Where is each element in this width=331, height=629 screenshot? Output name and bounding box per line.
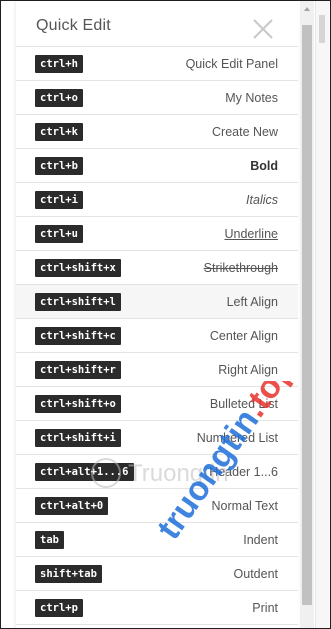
shortcut-label: Bold (250, 158, 278, 173)
shortcut-keys: ctrl+h (35, 54, 83, 73)
shortcut-keys: ctrl+alt+1...6 (35, 462, 134, 481)
shortcut-row[interactable]: ctrl+k Create New (16, 115, 298, 149)
shortcut-keys: ctrl+o (35, 88, 83, 107)
shortcut-keys: ctrl+p (35, 598, 83, 617)
shortcut-label: Normal Text (211, 498, 278, 513)
shortcut-keys: ctrl+shift+c (35, 326, 121, 345)
shortcut-row[interactable]: ctrl+shift+o Bulleted List (16, 387, 298, 421)
shortcut-label: Underline (224, 226, 278, 241)
shortcut-row[interactable]: ctrl+alt+1...6 Header 1...6 (16, 455, 298, 489)
shortcut-row[interactable]: shift+tab Outdent (16, 557, 298, 591)
shortcut-row[interactable]: ctrl+alt+0 Normal Text (16, 489, 298, 523)
shortcut-label: Header 1...6 (209, 464, 278, 479)
shortcut-keys: ctrl+u (35, 224, 83, 243)
scrollbar-thumb[interactable] (302, 25, 312, 605)
shortcut-row[interactable]: ctrl+p Print (16, 591, 298, 625)
panel-scrollbar[interactable] (300, 1, 314, 628)
shortcut-label: Indent (243, 532, 278, 547)
shortcut-keys: ctrl+k (35, 122, 83, 141)
shortcut-label: Quick Edit Panel (185, 56, 278, 71)
shortcut-row[interactable]: ctrl+shift+x Strikethrough (16, 251, 298, 285)
shortcut-row[interactable]: ctrl+h Quick Edit Panel (16, 47, 298, 81)
shortcut-list: ctrl+h Quick Edit Panel ctrl+o My Notes ctrl… (16, 47, 298, 625)
page-scrollbar-thumb[interactable] (319, 15, 325, 43)
shortcut-row[interactable]: ctrl+i Italics (16, 183, 298, 217)
shortcut-label: Right Align (218, 362, 278, 377)
quick-edit-panel: Quick Edit ctrl+h Quick Edit Panel ctrl+o M… (16, 1, 298, 628)
shortcut-keys: ctrl+shift+i (35, 428, 121, 447)
shortcut-row[interactable]: ctrl+shift+l Left Align (16, 285, 298, 319)
shortcut-label: My Notes (225, 90, 278, 105)
shortcut-label: Bulleted List (209, 396, 278, 411)
app-window: Quick Edit ctrl+h Quick Edit Panel ctrl+o M… (0, 0, 331, 629)
shortcut-label: Print (252, 600, 278, 615)
shortcut-keys: ctrl+shift+l (35, 292, 121, 311)
shortcut-label: Strikethrough (203, 260, 278, 275)
panel-title: Quick Edit (36, 17, 111, 34)
shortcut-keys: ctrl+alt+0 (35, 496, 109, 515)
shortcut-label: Numbered List (196, 430, 278, 445)
shortcut-keys: ctrl+shift+r (35, 360, 121, 379)
shortcut-keys: ctrl+i (35, 190, 83, 209)
shortcut-row[interactable]: ctrl+u Underline (16, 217, 298, 251)
shortcut-row[interactable]: tab Indent (16, 523, 298, 557)
shortcut-keys: tab (35, 530, 64, 549)
shortcut-label: Left Align (226, 294, 278, 309)
shortcut-label: Italics (246, 192, 278, 207)
scroll-up-arrow-icon[interactable] (304, 7, 310, 11)
shortcut-row[interactable]: ctrl+shift+i Numbered List (16, 421, 298, 455)
page-scrollbar[interactable] (315, 1, 329, 628)
shortcut-row[interactable]: ctrl+o My Notes (16, 81, 298, 115)
shortcut-row[interactable]: ctrl+b Bold (16, 149, 298, 183)
shortcut-keys: ctrl+b (35, 156, 83, 175)
shortcut-row[interactable]: ctrl+shift+c Center Align (16, 319, 298, 353)
shortcut-keys: ctrl+shift+o (35, 394, 121, 413)
shortcut-label: Outdent (233, 566, 278, 581)
shortcut-keys: ctrl+shift+x (35, 258, 121, 277)
panel-header: Quick Edit (16, 1, 298, 47)
shortcut-row[interactable]: ctrl+shift+r Right Align (16, 353, 298, 387)
shortcut-keys: shift+tab (35, 564, 102, 583)
close-icon[interactable] (252, 18, 274, 40)
shortcut-label: Center Align (209, 328, 278, 343)
shortcut-label: Create New (212, 124, 278, 139)
